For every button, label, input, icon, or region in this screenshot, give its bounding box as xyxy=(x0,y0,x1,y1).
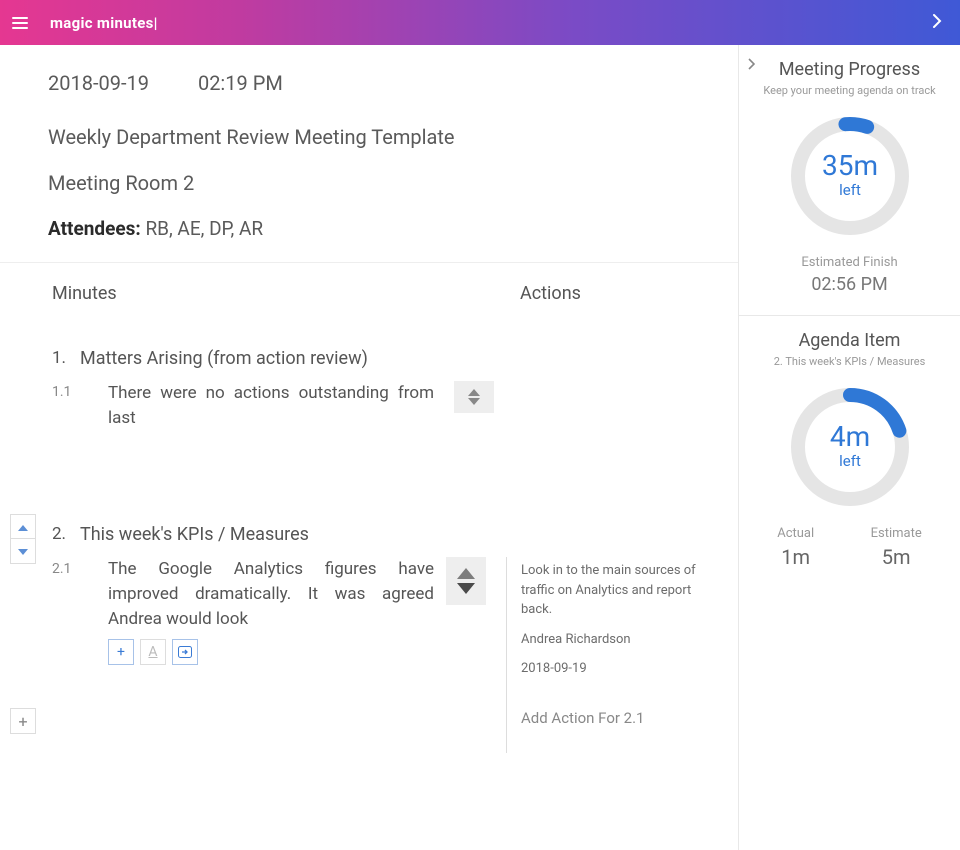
reorder-stepper[interactable] xyxy=(454,381,494,413)
agenda-ring: 4m left xyxy=(749,382,950,512)
actual-value: 1m xyxy=(777,545,814,569)
progress-subtitle: Keep your meeting agenda on track xyxy=(749,84,950,97)
section-title: Matters Arising (from action review) xyxy=(80,348,368,369)
section-number: 2. xyxy=(52,524,80,544)
section-2-group: 2. This week's KPIs / Measures 2.1 The G… xyxy=(10,516,728,753)
chevron-right-icon[interactable] xyxy=(747,55,755,74)
minute-text[interactable]: The Google Analytics figures have improv… xyxy=(108,557,444,631)
columns-header: Minutes Actions xyxy=(0,263,738,312)
action-owner: Andrea Richardson xyxy=(521,630,722,650)
minute-number: 2.1 xyxy=(52,557,108,577)
action-button[interactable] xyxy=(172,639,198,665)
svg-text:35m: 35m xyxy=(821,149,877,182)
section-2: 2. This week's KPIs / Measures xyxy=(10,516,728,545)
move-section-down-button[interactable] xyxy=(11,539,35,563)
estimated-finish-time: 02:56 PM xyxy=(749,274,950,295)
attendees-list: RB, AE, DP, AR xyxy=(145,217,263,240)
menu-icon[interactable] xyxy=(12,13,32,33)
add-action-link[interactable]: Add Action For 2.1 xyxy=(521,707,722,730)
action-due-date: 2018-09-19 xyxy=(521,659,722,679)
section-number: 1. xyxy=(52,348,80,368)
agenda-subtitle: 2. This week's KPIs / Measures xyxy=(749,355,950,368)
section-title: This week's KPIs / Measures xyxy=(80,524,309,545)
actual-label: Actual xyxy=(777,526,814,541)
minute-2-1: 2.1 The Google Analytics figures have im… xyxy=(10,545,728,753)
estimate-value: 5m xyxy=(871,545,922,569)
app-brand: magic minutes| xyxy=(50,14,158,32)
svg-text:4m: 4m xyxy=(829,420,869,453)
estimated-finish-label: Estimated Finish xyxy=(749,255,950,270)
svg-text:left: left xyxy=(839,181,861,199)
minute-text[interactable]: There were no actions outstanding from l… xyxy=(108,381,444,430)
estimate-label: Estimate xyxy=(871,526,922,541)
agenda-title: Agenda Item xyxy=(749,330,950,351)
action-description: Look in to the main sources of traffic o… xyxy=(521,561,722,620)
action-card[interactable]: Look in to the main sources of traffic o… xyxy=(506,557,722,753)
meeting-room: Meeting Room 2 xyxy=(48,171,698,195)
move-section-up-button[interactable] xyxy=(11,515,35,539)
agenda-item-card: Agenda Item 2. This week's KPIs / Measur… xyxy=(739,316,960,589)
format-button[interactable]: A xyxy=(140,639,166,665)
app-bar: magic minutes| xyxy=(0,0,960,45)
add-button[interactable]: + xyxy=(108,639,134,665)
minute-1-1: 1.1 There were no actions outstanding fr… xyxy=(10,369,728,430)
progress-ring: 35m left xyxy=(749,111,950,241)
sidebar: Meeting Progress Keep your meeting agend… xyxy=(738,45,960,850)
attendees-label: Attendees: xyxy=(48,217,141,240)
minute-toolbar: + A xyxy=(108,639,444,665)
progress-title: Meeting Progress xyxy=(749,59,950,80)
meeting-progress-card: Meeting Progress Keep your meeting agend… xyxy=(739,45,960,316)
col-actions: Actions xyxy=(490,283,690,304)
section-reorder-controls xyxy=(10,514,36,564)
main-pane: 2018-09-19 02:19 PM Weekly Department Re… xyxy=(0,45,738,850)
minute-number: 1.1 xyxy=(52,381,108,400)
meeting-time: 02:19 PM xyxy=(198,71,283,95)
meeting-header: 2018-09-19 02:19 PM Weekly Department Re… xyxy=(0,45,738,263)
col-minutes: Minutes xyxy=(52,283,490,304)
svg-text:left: left xyxy=(839,452,861,470)
reorder-stepper[interactable] xyxy=(446,557,486,605)
meeting-title: Weekly Department Review Meeting Templat… xyxy=(48,125,698,149)
add-item-button[interactable]: + xyxy=(10,708,36,734)
chevron-right-icon[interactable] xyxy=(926,8,948,37)
section-1: 1. Matters Arising (from action review) xyxy=(10,340,728,369)
meeting-date: 2018-09-19 xyxy=(48,71,149,95)
